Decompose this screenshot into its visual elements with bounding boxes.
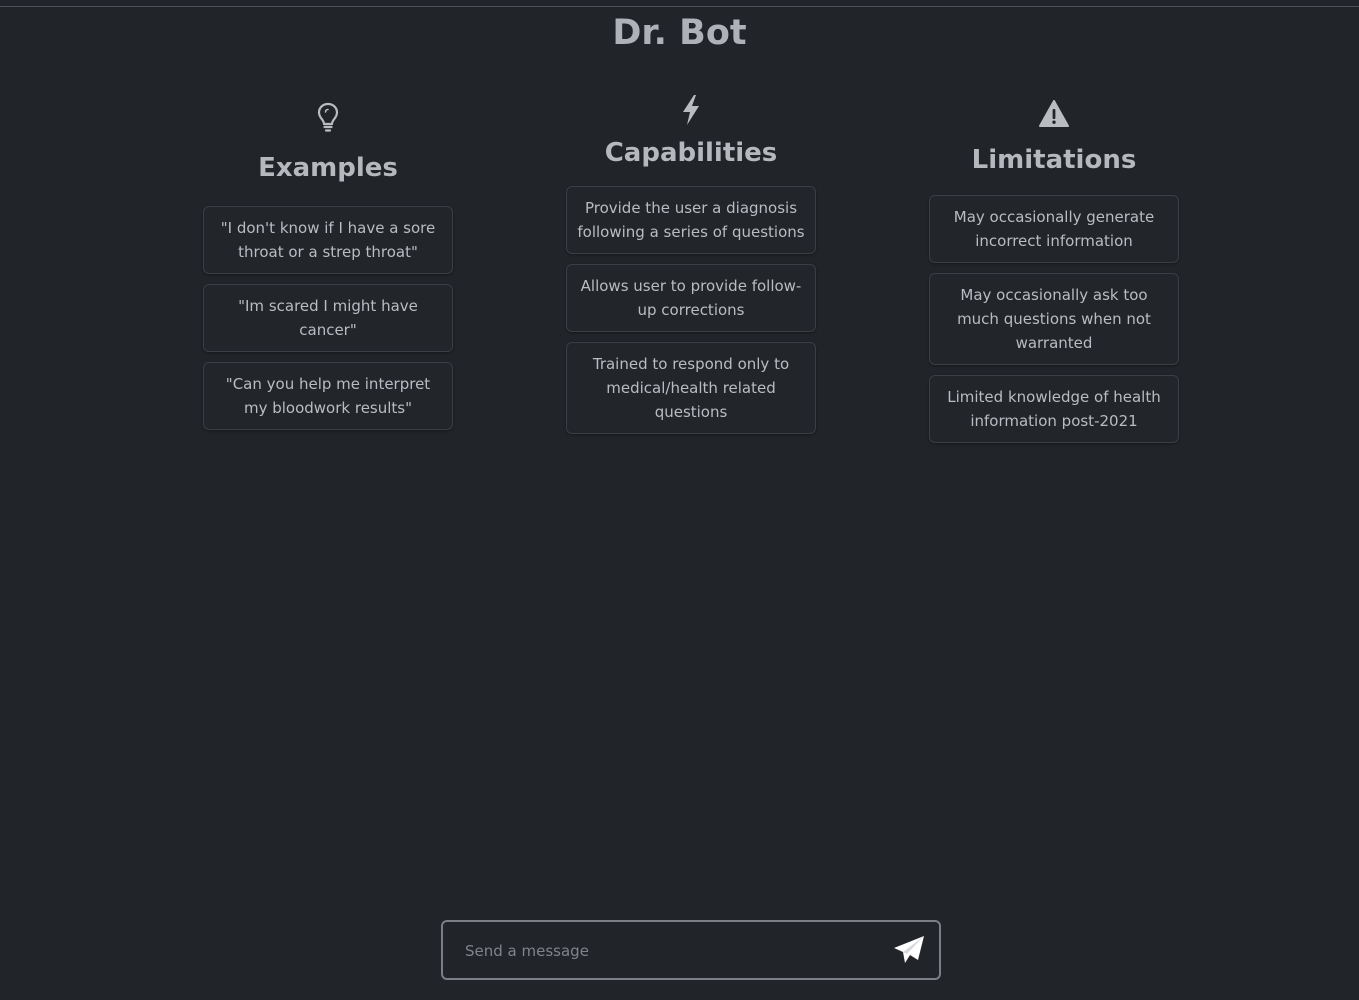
examples-heading: Examples — [258, 153, 398, 183]
capability-card[interactable]: Allows user to provide follow-up correct… — [566, 264, 816, 332]
capabilities-heading: Capabilities — [604, 138, 778, 168]
example-card[interactable]: "I don't know if I have a sore throat or… — [203, 206, 453, 274]
limitations-column: Limitations May occasionally generate in… — [929, 100, 1179, 453]
capability-card[interactable]: Trained to respond only to medical/healt… — [566, 342, 816, 434]
limitation-card: Limited knowledge of health information … — [929, 375, 1179, 443]
paper-plane-icon — [894, 935, 924, 963]
capabilities-column: Capabilities Provide the user a diagnosi… — [566, 94, 816, 444]
example-card[interactable]: "Can you help me interpret my bloodwork … — [203, 362, 453, 430]
lightbulb-icon — [317, 102, 339, 132]
top-divider — [0, 6, 1359, 7]
lightning-icon — [683, 95, 699, 125]
limitations-heading: Limitations — [971, 145, 1137, 175]
page-title: Dr. Bot — [612, 13, 747, 53]
examples-column: Examples "I don't know if I have a sore … — [203, 102, 453, 440]
capability-card[interactable]: Provide the user a diagnosis following a… — [566, 186, 816, 254]
message-composer — [441, 920, 941, 980]
example-card[interactable]: "Im scared I might have cancer" — [203, 284, 453, 352]
limitation-card: May occasionally generate incorrect info… — [929, 195, 1179, 263]
send-button[interactable] — [891, 934, 927, 968]
limitation-card: May occasionally ask too much questions … — [929, 273, 1179, 365]
warning-icon — [1039, 100, 1069, 127]
message-input[interactable] — [463, 934, 887, 968]
